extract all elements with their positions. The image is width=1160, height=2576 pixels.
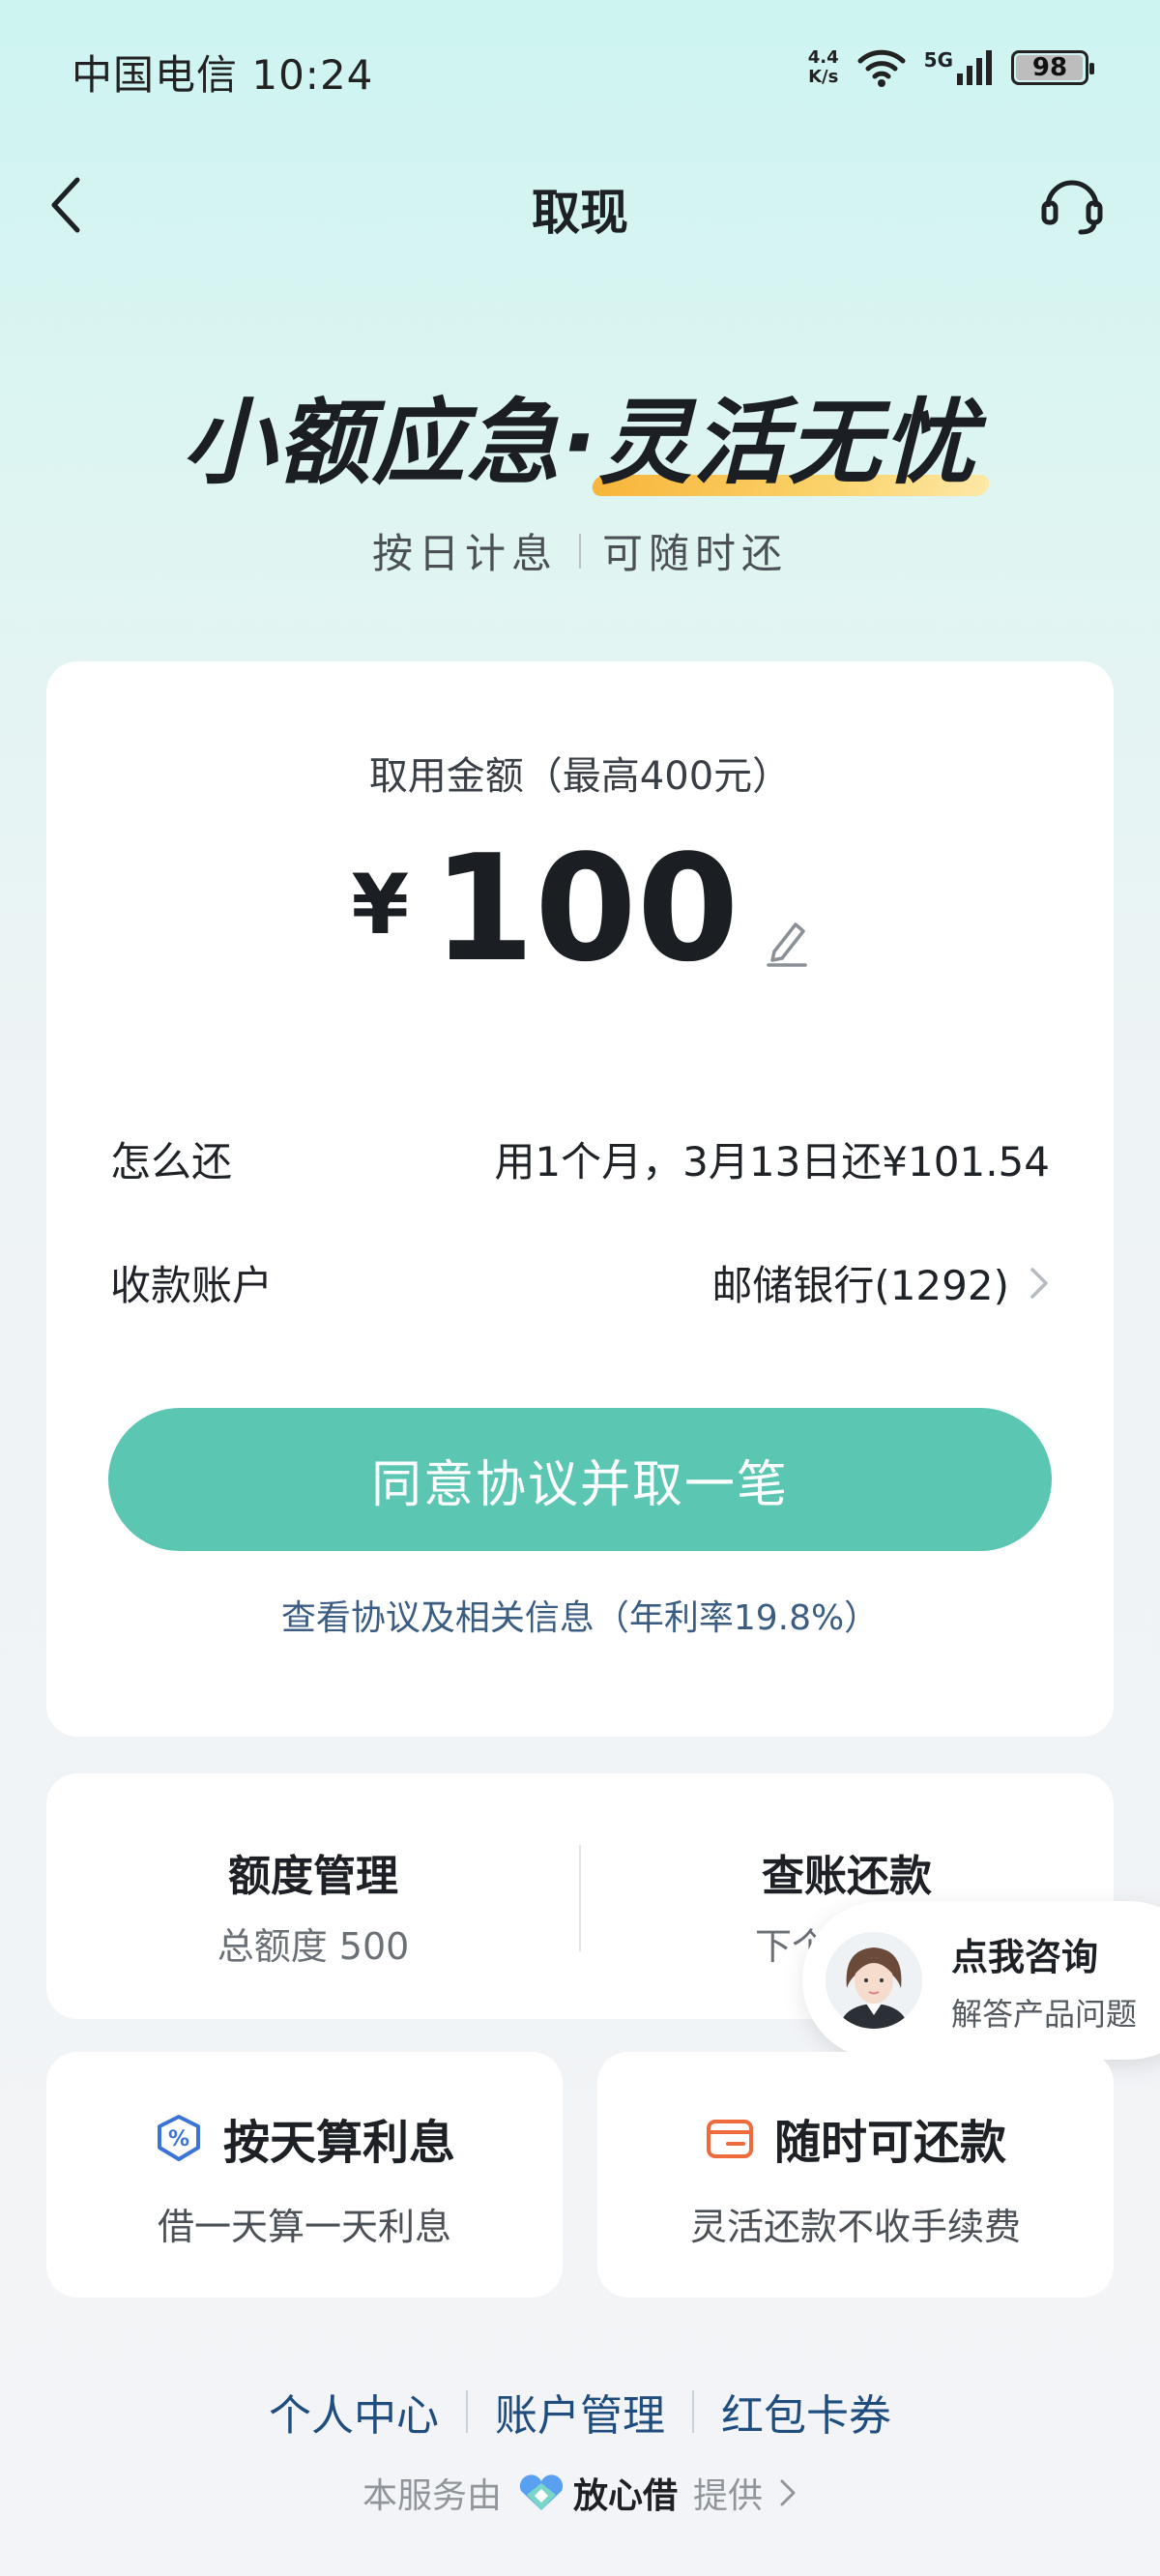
consult-subtitle: 解答产品问题 — [951, 1995, 1138, 2033]
account-label: 收款账户 — [110, 1262, 274, 1309]
hero-sub-left: 按日计息 — [371, 530, 558, 577]
consult-bubble[interactable]: 点我咨询 解答产品问题 — [802, 1901, 1160, 2060]
hero-title-part1: 小额应急· — [182, 389, 599, 497]
account-value: 邮储银行(1292) — [711, 1262, 1009, 1309]
headset-icon[interactable] — [1038, 170, 1106, 238]
link-divider — [466, 2390, 468, 2433]
feature-title-wrap: 随时可还款 — [597, 2104, 1114, 2172]
feature-title-wrap: % 按天算利息 — [46, 2104, 563, 2172]
link-divider — [692, 2390, 694, 2433]
wifi-icon — [857, 49, 906, 87]
consult-text: 点我咨询 解答产品问题 — [951, 1927, 1137, 2034]
pencil-icon[interactable] — [765, 917, 809, 967]
net-speed-unit: K/s — [808, 67, 839, 87]
footer-links: 个人中心 账户管理 红包卡券 — [0, 2381, 1160, 2443]
feature-title: 随时可还款 — [773, 2116, 1006, 2170]
signal-bars-icon — [957, 50, 992, 85]
network-type: 5G — [923, 48, 953, 72]
chevron-right-icon — [1030, 1267, 1048, 1299]
hero-divider — [579, 533, 581, 569]
wallet-icon — [706, 2120, 753, 2158]
feature-subtitle: 借一天算一天利息 — [157, 2206, 451, 2248]
net-speed-value: 4.4 — [807, 47, 839, 68]
link-personal-center[interactable]: 个人中心 — [269, 2381, 439, 2443]
link-account-management[interactable]: 账户管理 — [495, 2381, 665, 2443]
link-coupons[interactable]: 红包卡券 — [721, 2381, 891, 2443]
repay-label: 怎么还 — [110, 1138, 233, 1186]
consult-title: 点我咨询 — [951, 1935, 1099, 1978]
amount-display[interactable]: ¥ 100 — [46, 835, 1114, 982]
agent-avatar — [826, 1932, 922, 2029]
feature-title: 按天算利息 — [222, 2116, 455, 2170]
quota-total: 总额度 500 — [217, 1925, 410, 1968]
hero-title-highlight: 灵活无忧 — [598, 367, 977, 502]
provider-prefix: 本服务由 — [362, 2476, 502, 2516]
battery-icon: 98 — [1011, 50, 1094, 85]
amount-label: 取用金额（最高400元） — [368, 754, 792, 799]
account-value-wrap: 邮储银行(1292) — [711, 1253, 1050, 1312]
feature-card-interest: % 按天算利息 借一天算一天利息 — [46, 2052, 563, 2298]
chevron-right-icon — [780, 2479, 796, 2506]
account-row[interactable]: 收款账户 邮储银行(1292) — [110, 1253, 1050, 1312]
hero-title: 小额应急·灵活无忧 — [183, 367, 977, 502]
hero-sub-right: 可随时还 — [602, 530, 789, 577]
svg-text:%: % — [168, 2127, 189, 2152]
brand-name: 放心借 — [572, 2476, 678, 2516]
withdraw-card: 取用金额（最高400元） ¥ 100 怎么还 用1个月，3月13日还¥101.5… — [46, 661, 1114, 1737]
bill-repay-title: 查账还款 — [762, 1852, 932, 1901]
feature-card-repay: 随时可还款 灵活还款不收手续费 — [597, 2052, 1114, 2298]
brand-logo-icon — [519, 2474, 564, 2510]
currency-symbol: ¥ — [351, 857, 410, 953]
amount-value[interactable]: 100 — [432, 835, 739, 982]
status-icons: 4.4 K/s 5G 98 — [808, 43, 1094, 93]
battery-percent: 98 — [1031, 53, 1068, 82]
agent-avatar-image — [826, 1932, 922, 2029]
agreement-link[interactable]: 查看协议及相关信息（年利率19.8%） — [46, 1590, 1114, 1640]
quota-management-title: 额度管理 — [228, 1852, 398, 1901]
provider-suffix: 提供 — [693, 2476, 764, 2516]
quota-management[interactable]: 额度管理 总额度 500 — [46, 1841, 580, 1970]
provider-brand: 放心借 — [517, 2468, 678, 2518]
percent-shield-icon: % — [157, 2115, 200, 2161]
cellular-signal: 5G — [924, 48, 994, 87]
page-title: 取现 — [532, 185, 628, 241]
agree-withdraw-button[interactable]: 同意协议并取一笔 — [108, 1408, 1052, 1551]
status-carrier-time: 中国电信 10:24 — [72, 51, 374, 99]
repay-value: 用1个月，3月13日还¥101.54 — [494, 1138, 1050, 1186]
hero-banner: 小额应急·灵活无忧 按日计息 可随时还 — [0, 367, 1160, 580]
service-provider[interactable]: 本服务由 放心借 提供 — [0, 2468, 1160, 2518]
hero-subtitle: 按日计息 可随时还 — [0, 521, 1160, 580]
feature-subtitle: 灵活还款不收手续费 — [689, 2206, 1021, 2248]
repay-row[interactable]: 怎么还 用1个月，3月13日还¥101.54 — [110, 1129, 1050, 1188]
net-speed: 4.4 K/s — [808, 48, 839, 87]
